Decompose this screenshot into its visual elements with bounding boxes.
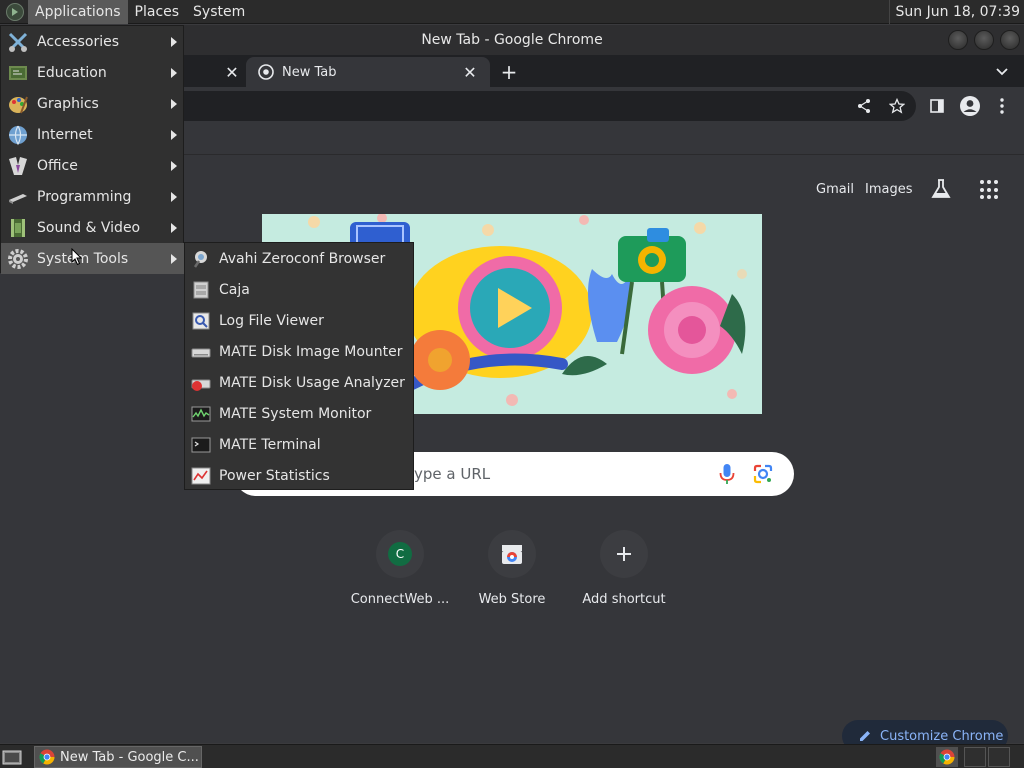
submenu-arrow-icon — [171, 67, 177, 78]
menu-item-programming[interactable]: Programming — [1, 181, 185, 212]
system-monitor-icon — [191, 406, 211, 421]
tab-label: New Tab — [282, 64, 337, 80]
power-stats-icon — [191, 467, 211, 484]
mate-logo-icon — [6, 2, 24, 21]
menu-item-system-tools[interactable]: System Tools — [1, 243, 185, 274]
google-lens-icon[interactable] — [752, 463, 774, 485]
search-placeholder: ype a URL — [414, 465, 491, 483]
show-desktop-icon[interactable] — [2, 748, 22, 766]
submenu-arrow-icon — [171, 222, 177, 233]
sound-video-icon — [11, 218, 25, 237]
tray-chrome-icon[interactable] — [936, 747, 958, 767]
menu-item-graphics[interactable]: Graphics — [1, 88, 185, 119]
shortcut-add[interactable]: Add shortcut — [569, 530, 679, 607]
menu-item-education[interactable]: Education — [1, 57, 185, 88]
chrome-favicon-icon — [258, 64, 274, 80]
tab-new-tab[interactable]: New Tab ✕ — [246, 57, 490, 87]
google-apps-icon[interactable] — [980, 180, 1000, 200]
profile-avatar-icon[interactable] — [959, 95, 981, 117]
avahi-icon — [193, 250, 207, 268]
submenu-arrow-icon — [171, 129, 177, 140]
menu-item-internet[interactable]: Internet — [1, 119, 185, 150]
accessories-icon — [8, 32, 28, 52]
shortcut-label: Add shortcut — [582, 592, 666, 607]
window-title: New Tab - Google Chrome — [421, 32, 603, 48]
pencil-icon — [860, 731, 870, 741]
maximize-button[interactable] — [974, 30, 994, 50]
share-icon[interactable] — [856, 98, 872, 114]
applications-menu[interactable]: Applications — [28, 0, 128, 24]
desktop: New Tab - Google Chrome ✕ New Tab ✕ + Gm… — [0, 0, 1024, 768]
places-menu[interactable]: Places — [128, 0, 187, 24]
shortcut-label: Web Store — [478, 592, 546, 607]
tab-search-chevron-icon[interactable] — [994, 63, 1010, 79]
bottom-panel: New Tab - Google C... — [0, 744, 1024, 768]
system-tools-icon — [8, 248, 28, 269]
submenu-arrow-icon — [171, 191, 177, 202]
menu-item-accessories[interactable]: Accessories — [1, 26, 185, 57]
submenu-item-power-stats[interactable]: Power Statistics — [185, 460, 415, 491]
window-controls — [948, 30, 1020, 50]
chrome-logo-icon — [39, 749, 55, 765]
kebab-menu-icon[interactable] — [992, 96, 1012, 116]
submenu-item-system-monitor[interactable]: MATE System Monitor — [185, 398, 415, 429]
log-viewer-icon — [192, 312, 210, 329]
submenu-item-log-viewer[interactable]: Log File Viewer — [185, 305, 415, 336]
shortcut-label: ConnectWeb ... — [350, 592, 450, 607]
programming-icon — [9, 193, 27, 204]
submenu-arrow-icon — [171, 98, 177, 109]
system-tools-submenu: Avahi Zeroconf Browser Caja Log File Vie… — [184, 242, 414, 490]
internet-icon — [9, 125, 27, 145]
taskbar-item-chrome[interactable]: New Tab - Google C... — [34, 746, 202, 768]
graphics-icon — [9, 96, 28, 113]
shortcut-connectweb[interactable]: C ConnectWeb ... — [345, 530, 455, 607]
chrome-labs-flask-icon[interactable] — [930, 178, 952, 200]
customize-chrome-label: Customize Chrome — [880, 728, 1004, 744]
gmail-link[interactable]: Gmail — [816, 182, 854, 197]
submenu-arrow-icon — [171, 253, 177, 264]
shortcut-web-store[interactable]: Web Store — [457, 530, 567, 607]
panel-clock[interactable]: Sun Jun 18, 07:39 — [888, 0, 1020, 24]
education-icon — [9, 65, 27, 80]
bookmark-star-icon[interactable] — [889, 98, 905, 114]
workspace-switcher-1[interactable] — [964, 747, 986, 767]
menu-item-office[interactable]: Office — [1, 150, 185, 181]
submenu-item-avahi[interactable]: Avahi Zeroconf Browser — [185, 243, 415, 274]
taskbar-item-label: New Tab - Google C... — [60, 749, 199, 765]
submenu-item-terminal[interactable]: MATE Terminal — [185, 429, 415, 460]
submenu-item-disk-usage[interactable]: MATE Disk Usage Analyzer — [185, 367, 415, 398]
submenu-item-caja[interactable]: Caja — [185, 274, 415, 305]
voice-search-mic-icon[interactable] — [718, 463, 736, 485]
close-window-button[interactable] — [1000, 30, 1020, 50]
connectweb-icon: C — [376, 530, 424, 578]
submenu-item-disk-mounter[interactable]: MATE Disk Image Mounter — [185, 336, 415, 367]
submenu-arrow-icon — [171, 160, 177, 171]
connectweb-avatar: C — [388, 542, 412, 566]
mouse-cursor-icon — [71, 248, 83, 266]
new-tab-button[interactable]: + — [498, 60, 520, 84]
menu-item-sound-video[interactable]: Sound & Video — [1, 212, 185, 243]
submenu-arrow-icon — [171, 36, 177, 47]
system-menu[interactable]: System — [186, 0, 252, 24]
tab-inactive[interactable]: ✕ — [180, 57, 246, 87]
minimize-button[interactable] — [948, 30, 968, 50]
top-panel: Applications Places System Sun Jun 18, 0… — [0, 0, 1024, 24]
tab-close-icon[interactable]: ✕ — [462, 63, 478, 82]
disk-usage-icon — [191, 379, 211, 391]
terminal-icon — [191, 437, 211, 452]
caja-icon — [193, 281, 209, 298]
side-panel-icon[interactable] — [927, 96, 947, 116]
applications-dropdown: Accessories Education Graphics Internet — [0, 25, 185, 274]
tab-close-icon[interactable]: ✕ — [224, 63, 240, 82]
address-bar[interactable] — [160, 91, 916, 121]
web-store-icon — [488, 530, 536, 578]
disk-mounter-icon — [191, 348, 211, 357]
workspace-switcher-2[interactable] — [988, 747, 1010, 767]
plus-icon — [600, 530, 648, 578]
office-icon — [9, 156, 27, 175]
images-link[interactable]: Images — [865, 182, 913, 197]
